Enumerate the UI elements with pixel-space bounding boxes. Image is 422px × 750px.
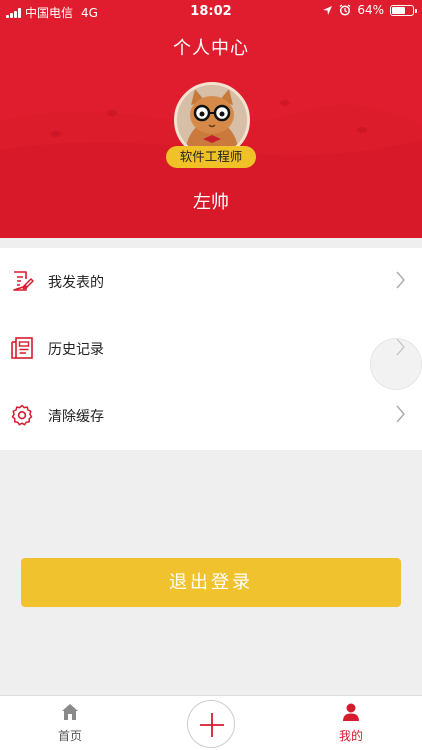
username: 左帅 — [193, 192, 229, 213]
history-document-icon — [11, 337, 33, 359]
plus-icon — [200, 713, 224, 737]
battery-icon — [390, 4, 417, 16]
menu-item-label: 清除缓存 — [48, 409, 104, 425]
settings-gear-icon — [11, 404, 33, 426]
cat-avatar-image — [177, 85, 247, 155]
menu-item-label: 我发表的 — [48, 275, 104, 291]
battery-percent: 64% — [357, 3, 384, 17]
status-bar: 中国电信 4G 18:02 64% — [0, 0, 422, 22]
location-arrow-icon — [323, 5, 333, 15]
menu-item-label: 历史记录 — [48, 342, 104, 358]
alarm-clock-icon — [339, 4, 351, 16]
edit-document-icon — [13, 271, 34, 291]
page-title: 个人中心 — [173, 38, 249, 59]
add-post-button[interactable] — [187, 700, 235, 748]
user-icon — [343, 703, 359, 721]
chevron-right-icon — [396, 405, 405, 423]
logout-button[interactable]: 退出登录 — [21, 558, 401, 607]
home-icon — [62, 704, 78, 720]
menu-item-clear-cache[interactable]: 清除缓存 — [0, 382, 422, 449]
tab-home-label: 首页 — [57, 729, 82, 743]
menu-item-my-posts[interactable]: 我发表的 — [0, 248, 422, 315]
tab-mine-label: 我的 — [338, 729, 363, 743]
role-badge: 软件工程师 — [166, 146, 256, 168]
chevron-right-icon — [396, 271, 405, 289]
assistive-touch-button[interactable] — [370, 338, 422, 390]
tab-home[interactable]: 首页 — [30, 696, 110, 750]
profile-header: 中国电信 4G 18:02 64% 个人中心 软件工程师 左帅 — [0, 0, 422, 238]
menu-item-history[interactable]: 历史记录 — [0, 315, 422, 382]
menu-list: 我发表的 历史记录 清除缓存 — [0, 248, 422, 450]
tab-mine[interactable]: 我的 — [311, 696, 391, 750]
